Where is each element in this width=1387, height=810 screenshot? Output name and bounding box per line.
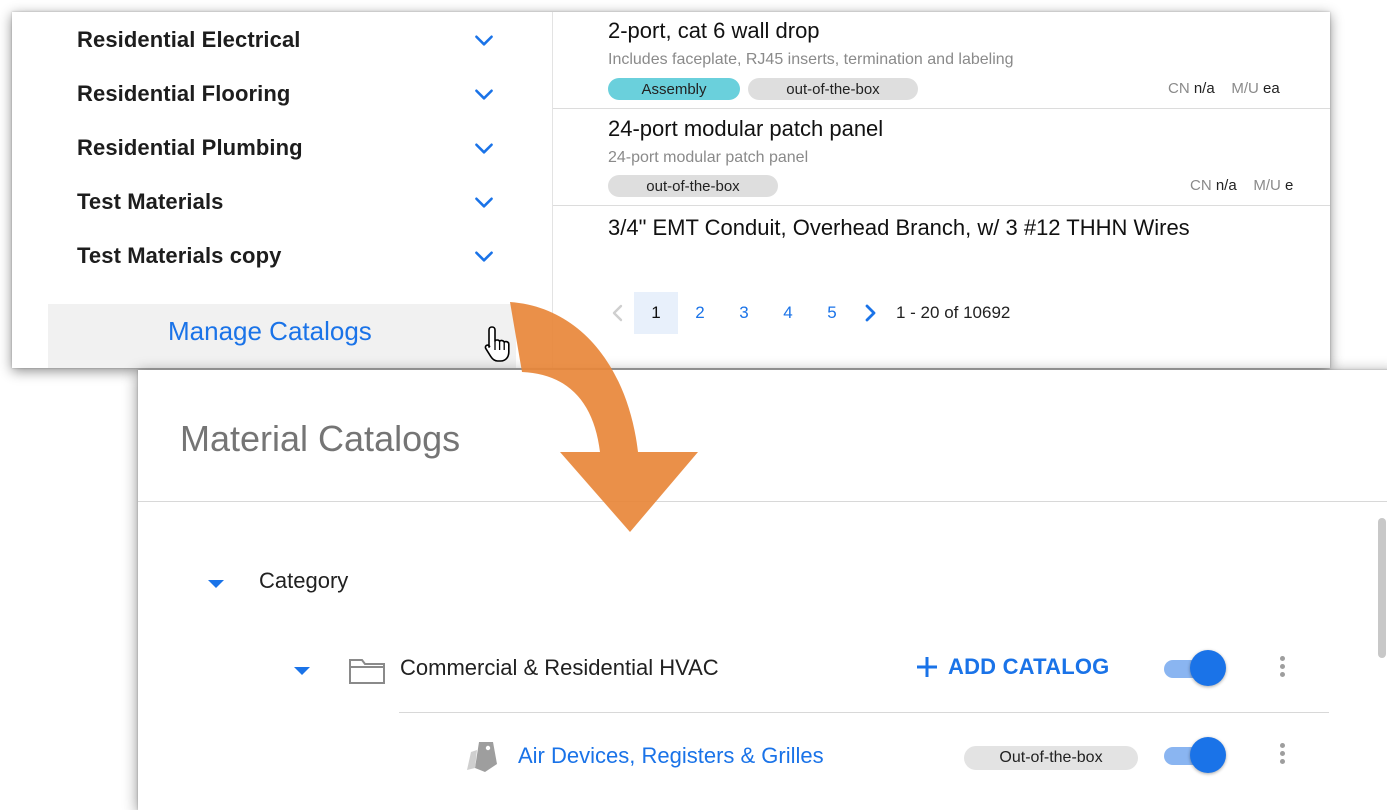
product-title: 3/4" EMT Conduit, Overhead Branch, w/ 3 … xyxy=(608,215,1190,240)
page-5-button[interactable]: 5 xyxy=(810,303,854,323)
product-title: 2-port, cat 6 wall drop xyxy=(608,18,820,43)
product-title: 24-port modular patch panel xyxy=(608,116,884,141)
folder-icon xyxy=(349,659,385,684)
sidebar-item-residential-electrical[interactable]: Residential Electrical xyxy=(77,20,497,60)
sidebar-item-label: Residential Flooring xyxy=(77,81,291,106)
mu-value: ea xyxy=(1263,80,1280,97)
list-item[interactable]: 2-port, cat 6 wall drop Includes facepla… xyxy=(553,12,1330,109)
pagination: 1 2 3 4 5 1 - 20 of 10692 xyxy=(602,292,1010,334)
toggle-knob xyxy=(1190,650,1226,686)
hand-cursor-icon xyxy=(484,326,510,362)
scrollbar[interactable] xyxy=(1378,518,1386,658)
sidebar-item-test-materials-copy[interactable]: Test Materials copy xyxy=(77,236,497,276)
mu-value: e xyxy=(1285,177,1294,194)
more-vert-icon[interactable] xyxy=(1277,653,1287,687)
chevron-left-icon xyxy=(612,304,623,322)
chevron-right-icon xyxy=(865,304,876,322)
group-enabled-toggle[interactable] xyxy=(1160,650,1226,686)
product-description: Includes faceplate, RJ45 inserts, termin… xyxy=(608,51,1014,68)
tag-icon xyxy=(467,742,497,772)
product-meta: CN n/a M/U e xyxy=(1190,177,1293,194)
divider xyxy=(138,501,1387,502)
category-sidebar: Residential Electrical Residential Floor… xyxy=(12,12,553,368)
out-of-the-box-chip: out-of-the-box xyxy=(748,78,918,100)
product-description: 24-port modular patch panel xyxy=(608,149,809,166)
caret-down-icon[interactable] xyxy=(208,580,224,588)
manage-catalogs-row[interactable]: Manage Catalogs xyxy=(48,304,516,368)
manage-catalogs-link[interactable]: Manage Catalogs xyxy=(168,316,372,347)
catalog-link[interactable]: Air Devices, Registers & Grilles xyxy=(518,743,824,769)
product-meta: CN n/a M/U ea xyxy=(1168,80,1280,97)
more-vert-icon[interactable] xyxy=(1277,740,1287,774)
sidebar-item-test-materials[interactable]: Test Materials xyxy=(77,182,497,222)
material-catalogs-panel: Material Catalogs Category Commercial & … xyxy=(138,370,1387,810)
next-page-button[interactable] xyxy=(854,292,886,334)
out-of-the-box-badge: Out-of-the-box xyxy=(964,746,1138,770)
chevron-down-icon[interactable] xyxy=(471,81,497,107)
product-list: 2-port, cat 6 wall drop Includes facepla… xyxy=(553,12,1330,252)
sidebar-item-label: Residential Plumbing xyxy=(77,135,303,160)
sidebar-item-label: Residential Electrical xyxy=(77,27,301,52)
chevron-down-icon[interactable] xyxy=(471,189,497,215)
chevron-down-icon[interactable] xyxy=(471,27,497,53)
out-of-the-box-chip: out-of-the-box xyxy=(608,175,778,197)
sidebar-item-label: Test Materials xyxy=(77,189,224,214)
add-catalog-button[interactable]: ADD CATALOG xyxy=(914,654,1109,680)
catalog-enabled-toggle[interactable] xyxy=(1160,737,1226,773)
cn-label: CN xyxy=(1168,80,1190,97)
caret-down-icon[interactable] xyxy=(294,667,310,675)
prev-page-button[interactable] xyxy=(602,292,634,334)
page-3-button[interactable]: 3 xyxy=(722,303,766,323)
catalog-browser-panel: Residential Electrical Residential Floor… xyxy=(12,12,1330,368)
pagination-range: 1 - 20 of 10692 xyxy=(896,303,1011,322)
page-4-button[interactable]: 4 xyxy=(766,303,810,323)
cn-value: n/a xyxy=(1215,177,1237,194)
sidebar-item-label: Test Materials copy xyxy=(77,243,282,268)
catalog-group-label: Commercial & Residential HVAC xyxy=(400,655,719,680)
page-title: Material Catalogs xyxy=(180,418,461,459)
chevron-down-icon[interactable] xyxy=(471,243,497,269)
mu-label: M/U xyxy=(1231,80,1259,97)
list-item[interactable]: 3/4" EMT Conduit, Overhead Branch, w/ 3 … xyxy=(553,206,1330,252)
list-item[interactable]: 24-port modular patch panel 24-port modu… xyxy=(553,109,1330,206)
page-2-button[interactable]: 2 xyxy=(678,303,722,323)
category-heading: Category xyxy=(259,568,349,593)
page-1-button[interactable]: 1 xyxy=(634,292,678,334)
chevron-down-icon[interactable] xyxy=(471,135,497,161)
cn-label: CN xyxy=(1190,177,1212,194)
plus-icon xyxy=(917,657,937,677)
mu-label: M/U xyxy=(1253,177,1281,194)
toggle-knob xyxy=(1190,737,1226,773)
divider xyxy=(399,712,1329,713)
sidebar-item-residential-flooring[interactable]: Residential Flooring xyxy=(77,74,497,114)
cn-value: n/a xyxy=(1193,80,1215,97)
assembly-chip: Assembly xyxy=(608,78,740,100)
sidebar-item-residential-plumbing[interactable]: Residential Plumbing xyxy=(77,128,497,168)
add-catalog-label: ADD CATALOG xyxy=(948,654,1110,679)
